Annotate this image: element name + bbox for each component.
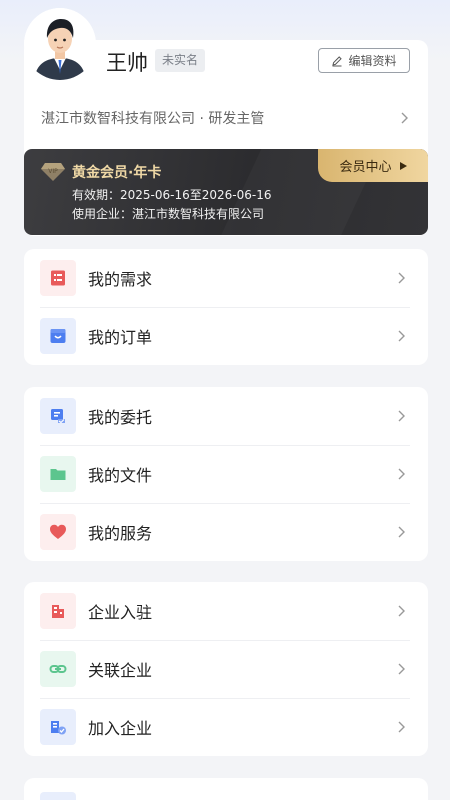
link-icon — [40, 651, 76, 687]
menu-item-label: 我的服务 — [88, 524, 153, 543]
chevron-right-icon — [401, 112, 408, 124]
chevron-right-icon — [398, 663, 405, 675]
join-enterprise-icon — [40, 709, 76, 745]
chevron-right-icon — [398, 330, 405, 342]
menu-group-enterprise: 企业入驻 关联企业 加入企业 — [24, 582, 428, 756]
menu-item-label: 我的文件 — [88, 466, 153, 485]
menu-item-label: 企业入驻 — [88, 603, 153, 622]
chevron-right-icon — [398, 468, 405, 480]
menu-item-linked-enterprise[interactable]: 关联企业 — [24, 640, 428, 698]
partial-menu-icon — [40, 792, 76, 800]
membership-card[interactable]: VIP 黄金会员·年卡 有效期：2025-06-16至2026-06-16 使用… — [24, 149, 428, 235]
chevron-right-icon — [398, 410, 405, 422]
menu-item-label: 我的订单 — [88, 328, 153, 347]
menu-group-orders: 我的需求 我的订单 — [24, 249, 428, 365]
chevron-right-icon — [398, 721, 405, 733]
menu-item-label: 我的需求 — [88, 270, 153, 289]
member-center-button[interactable]: 会员中心 — [318, 149, 428, 182]
order-icon — [40, 318, 76, 354]
user-name: 王帅 — [106, 51, 148, 75]
menu-item-label: 关联企业 — [88, 661, 153, 680]
menu-item-my-demand[interactable]: 我的需求 — [24, 249, 428, 307]
menu-item-label: 加入企业 — [88, 719, 153, 738]
company-position-row[interactable]: 湛江市数智科技有限公司 · 研发主管 — [24, 96, 428, 140]
menu-item-my-orders[interactable]: 我的订单 — [24, 307, 428, 365]
edit-profile-label: 编辑资料 — [348, 54, 397, 68]
vip-diamond-icon: VIP — [41, 163, 65, 181]
menu-item-my-entrust[interactable]: 我的委托 — [24, 387, 428, 445]
menu-group-services: 我的委托 我的文件 我的服务 — [24, 387, 428, 561]
realname-status-badge[interactable]: 未实名 — [155, 49, 206, 72]
pencil-icon — [332, 55, 343, 66]
membership-title: 黄金会员·年卡 — [72, 165, 162, 181]
heart-icon — [40, 514, 76, 550]
chevron-right-icon — [398, 526, 405, 538]
chevron-right-icon — [398, 605, 405, 617]
membership-validity: 有效期：2025-06-16至2026-06-16 — [72, 188, 272, 202]
entrust-icon — [40, 398, 76, 434]
chevron-right-icon — [398, 272, 405, 284]
avatar[interactable] — [24, 8, 96, 80]
menu-item-my-files[interactable]: 我的文件 — [24, 445, 428, 503]
company-position-text: 湛江市数智科技有限公司 · 研发主管 — [41, 111, 265, 127]
member-center-label: 会员中心 — [339, 160, 392, 175]
demand-icon — [40, 260, 76, 296]
menu-item-enterprise-settle[interactable]: 企业入驻 — [24, 582, 428, 640]
svg-text:VIP: VIP — [48, 168, 58, 175]
enterprise-settle-icon — [40, 593, 76, 629]
menu-item-my-services[interactable]: 我的服务 — [24, 503, 428, 561]
triangle-right-icon — [399, 161, 407, 170]
membership-company: 使用企业：湛江市数智科技有限公司 — [72, 207, 265, 221]
folder-icon — [40, 456, 76, 492]
menu-group-more — [24, 778, 428, 800]
edit-profile-button[interactable]: 编辑资料 — [318, 48, 410, 73]
menu-item-join-enterprise[interactable]: 加入企业 — [24, 698, 428, 756]
menu-item-label: 我的委托 — [88, 408, 153, 427]
